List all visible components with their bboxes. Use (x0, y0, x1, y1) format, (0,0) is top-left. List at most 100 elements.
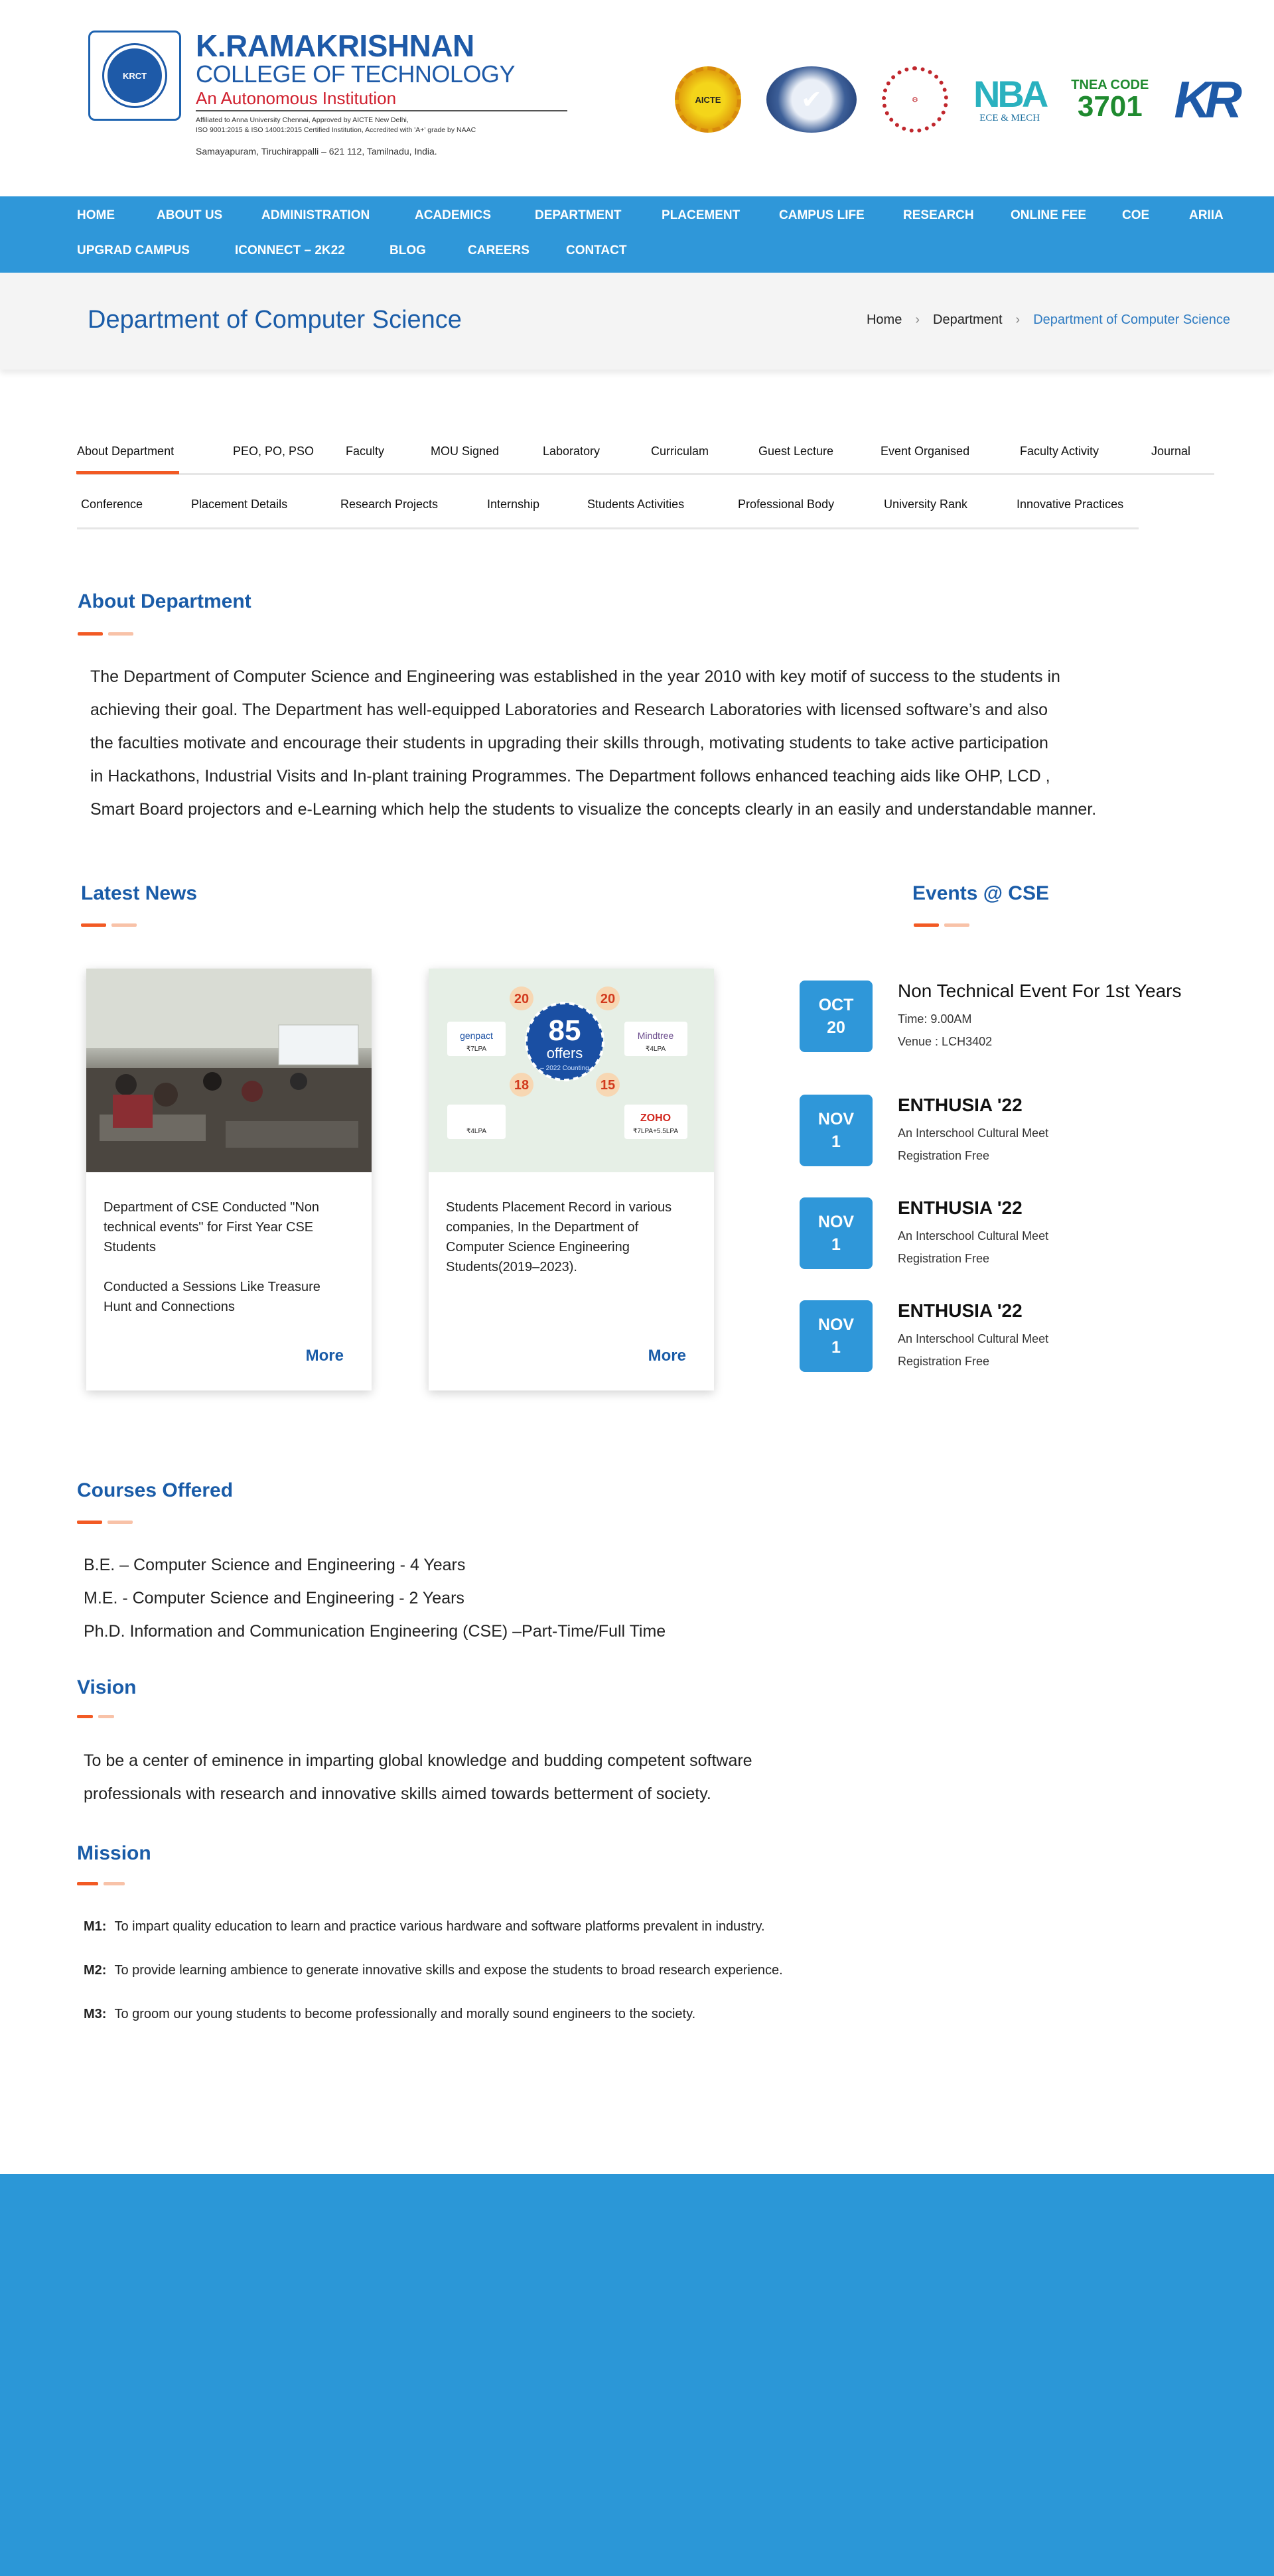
news-photo-placement[interactable]: 20 20 18 15 85 offers – 2022 Counting ge… (429, 969, 714, 1172)
mission-text: To provide learning ambience to generate… (114, 1963, 783, 1978)
event-detail: Venue : LCH3402 (898, 1035, 993, 1048)
tab-peo-po-pso[interactable]: PEO, PO, PSO (233, 444, 314, 458)
chevron-right-icon: › (915, 312, 920, 327)
event-detail: Time: 9.00AM (898, 1012, 972, 1026)
news-card-description: Students Placement Record in various com… (446, 1200, 672, 1274)
nav-administration[interactable]: ADMINISTRATION (261, 208, 370, 223)
nav-campus-life[interactable]: CAMPUS LIFE (779, 208, 865, 223)
breadcrumb-department[interactable]: Department (933, 312, 1003, 328)
event-title[interactable]: ENTHUSIA '22 (898, 1095, 1023, 1116)
section-divider (77, 1715, 114, 1718)
event-detail: An Interschool Cultural Meet (898, 1229, 1049, 1243)
vision-line: professionals with research and innovati… (84, 1785, 711, 1803)
mission-text: To groom our young students to become pr… (114, 2007, 696, 2021)
tab-university-rank[interactable]: University Rank (884, 498, 967, 511)
news-photo-classroom[interactable] (86, 969, 372, 1172)
news-card-description: Department of CSE Conducted "Non technic… (104, 1200, 320, 1254)
event-day: 1 (831, 1338, 841, 1357)
nav-ariia[interactable]: ARIIA (1189, 208, 1224, 223)
mission-item: M1: To impart quality education to learn … (84, 1919, 765, 1934)
latest-news-heading: Latest News (81, 882, 198, 904)
tab-guest-lecture[interactable]: Guest Lecture (758, 444, 833, 458)
about-line: achieving their goal. The Department has… (90, 701, 1048, 719)
college-emblem-icon: KRCT (88, 31, 181, 121)
poster-package: ₹4LPA (466, 1128, 486, 1135)
breadcrumb-home[interactable]: Home (867, 312, 902, 328)
section-divider (81, 923, 137, 927)
event-day: 1 (831, 1132, 841, 1151)
mission-item: M3: To groom our young students to become… (84, 2007, 695, 2022)
events-heading: Events @ CSE (912, 882, 1049, 904)
poster-logo: Mindtree (638, 1030, 674, 1041)
tab-innovative-practices[interactable]: Innovative Practices (1017, 498, 1123, 511)
course-item: M.E. - Computer Science and Engineering … (84, 1589, 464, 1607)
main-navigation: HOME ABOUT US ADMINISTRATION ACADEMICS D… (0, 196, 1274, 273)
poster-logo: ZOHO (640, 1113, 671, 1124)
event-detail: Registration Free (898, 1252, 990, 1265)
event-detail: Registration Free (898, 1355, 990, 1368)
nav-placement[interactable]: PLACEMENT (662, 208, 740, 223)
poster-sub-label: – 2022 Counting (540, 1065, 589, 1072)
placement-poster-image: 20 20 18 15 85 offers – 2022 Counting ge… (429, 969, 714, 1172)
news-card: 20 20 18 15 85 offers – 2022 Counting ge… (429, 969, 714, 1390)
section-divider (77, 1882, 125, 1885)
nav-department[interactable]: DEPARTMENT (535, 208, 622, 223)
tab-about-department[interactable]: About Department (76, 444, 180, 474)
nav-contact[interactable]: CONTACT (566, 243, 626, 258)
page-title: Department of Computer Science (88, 306, 462, 334)
event-day: 1 (831, 1235, 841, 1254)
about-heading: About Department (78, 590, 251, 612)
tab-mou-signed[interactable]: MOU Signed (431, 444, 499, 458)
classroom-photo-image (86, 969, 372, 1172)
vision-heading: Vision (77, 1676, 137, 1698)
event-day: 20 (827, 1018, 845, 1037)
about-line: The Department of Computer Science and E… (90, 667, 1060, 686)
event-title[interactable]: ENTHUSIA '22 (898, 1300, 1023, 1322)
nav-research[interactable]: RESEARCH (903, 208, 974, 223)
accreditation-badges: AICTE ✔ ⚙ NBA ECE & MECH TNEA CODE 3701 … (674, 66, 1242, 133)
event-detail: An Interschool Cultural Meet (898, 1332, 1049, 1345)
tab-faculty-activity[interactable]: Faculty Activity (1020, 444, 1099, 458)
event-date-badge: OCT 20 (800, 981, 873, 1052)
course-item: Ph.D. Information and Communication Engi… (84, 1622, 666, 1641)
tab-journal[interactable]: Journal (1151, 444, 1190, 458)
tab-laboratory[interactable]: Laboratory (543, 444, 600, 458)
nav-about-us[interactable]: ABOUT US (157, 208, 222, 223)
nav-coe[interactable]: COE (1122, 208, 1149, 223)
department-tabs-row2: Conference Placement Details Research Pr… (77, 483, 1139, 529)
nav-iconnect[interactable]: ICONNECT – 2K22 (235, 243, 345, 258)
tab-placement-details[interactable]: Placement Details (191, 498, 287, 511)
nav-upgrad-campus[interactable]: UPGRAD CAMPUS (77, 243, 190, 258)
college-logo[interactable]: KRCT K.RAMAKRISHNAN COLLEGE OF TECHNOLOG… (88, 31, 567, 158)
mission-label: M3: (84, 2007, 107, 2021)
event-date-badge: NOV 1 (800, 1300, 873, 1372)
news-card-description-2: Conducted a Sessions Like Treasure Hunt … (104, 1280, 320, 1314)
news-more-link[interactable]: More (306, 1347, 344, 1365)
tab-conference[interactable]: Conference (81, 498, 143, 511)
event-date-badge: NOV 1 (800, 1095, 873, 1166)
quality-seal-icon: ✔ (766, 66, 857, 133)
breadcrumb-current: Department of Computer Science (1033, 312, 1230, 327)
department-tabs-row1: About Department PEO, PO, PSO Faculty MO… (76, 430, 1214, 475)
event-detail: An Interschool Cultural Meet (898, 1126, 1049, 1140)
nav-online-fee[interactable]: ONLINE FEE (1011, 208, 1086, 223)
event-title[interactable]: Non Technical Event For 1st Years (898, 981, 1182, 1002)
tab-research-projects[interactable]: Research Projects (340, 498, 438, 511)
nav-home[interactable]: HOME (77, 208, 115, 223)
tab-event-organised[interactable]: Event Organised (881, 444, 969, 458)
about-line: in Hackathons, Industrial Visits and In-… (90, 767, 1050, 785)
nav-blog[interactable]: BLOG (389, 243, 426, 258)
nba-programs: ECE & MECH (979, 112, 1040, 123)
about-paragraph: The Department of Computer Science and E… (90, 660, 1205, 826)
tab-curriculam[interactable]: Curriculam (651, 444, 709, 458)
event-title[interactable]: ENTHUSIA '22 (898, 1197, 1023, 1219)
tab-faculty[interactable]: Faculty (346, 444, 384, 458)
tab-students-activities[interactable]: Students Activities (587, 498, 684, 511)
nav-careers[interactable]: CAREERS (468, 243, 530, 258)
tab-professional-body[interactable]: Professional Body (738, 498, 834, 511)
nav-academics[interactable]: ACADEMICS (415, 208, 491, 223)
college-name-line2: COLLEGE OF TECHNOLOGY (196, 60, 515, 88)
news-more-link[interactable]: More (648, 1347, 686, 1365)
tab-internship[interactable]: Internship (487, 498, 539, 511)
nba-logo-text: NBA (973, 72, 1048, 115)
